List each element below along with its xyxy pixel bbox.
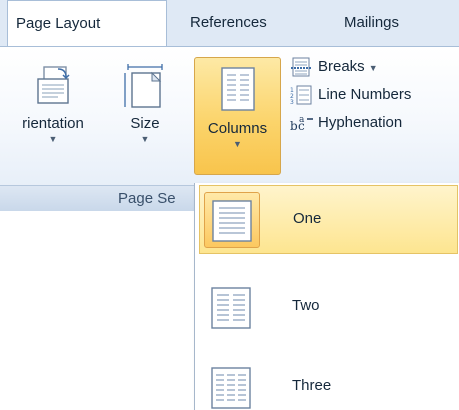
columns-icon — [220, 67, 255, 111]
orientation-icon — [37, 66, 70, 104]
page-size-icon — [124, 64, 163, 108]
svg-text:3: 3 — [290, 99, 294, 105]
ribbon-page-setup-group: rientation ▼ Size ▼ Columns ▼ Breaks ▼ 1… — [0, 46, 459, 211]
tab-references[interactable]: References — [190, 0, 267, 46]
three-columns-icon — [211, 367, 251, 409]
columns-option-one[interactable]: One — [199, 185, 458, 254]
breaks-icon — [291, 57, 311, 77]
tab-mailings[interactable]: Mailings — [344, 0, 399, 46]
one-column-icon — [212, 200, 252, 242]
page-setup-small-buttons: Breaks ▼ 1 2 3 Line Numbers b c a Hyphena… — [288, 53, 411, 137]
hyphenation-label: Hyphenation — [318, 114, 403, 131]
orientation-label: rientation — [22, 115, 84, 132]
svg-text:b: b — [290, 119, 298, 133]
size-button[interactable]: Size ▼ — [118, 63, 172, 144]
chevron-down-icon: ▼ — [233, 139, 242, 149]
columns-option-two[interactable]: Two — [199, 273, 458, 342]
chevron-down-icon: ▼ — [48, 134, 58, 144]
size-label: Size — [130, 115, 160, 132]
hyphenation-icon: b c a — [290, 115, 313, 133]
breaks-button[interactable]: Breaks ▼ — [288, 53, 411, 81]
columns-label: Columns — [207, 120, 268, 137]
line-numbers-label: Line Numbers — [318, 86, 412, 103]
page-setup-group-label: Page Se — [118, 190, 176, 207]
svg-text:a: a — [299, 115, 305, 125]
two-columns-icon — [211, 287, 251, 329]
columns-dropdown-menu: One Two Three — [194, 183, 459, 410]
orientation-button[interactable]: rientation ▼ — [0, 63, 112, 144]
group-label-bar: Page Se — [0, 185, 200, 211]
hyphenation-button[interactable]: b c a Hyphenation — [288, 109, 411, 137]
columns-option-label: Three — [292, 377, 332, 394]
chevron-down-icon: ▼ — [140, 134, 150, 144]
columns-option-label: One — [293, 210, 322, 227]
line-numbers-button[interactable]: 1 2 3 Line Numbers — [288, 81, 411, 109]
columns-button[interactable]: Columns ▼ — [194, 57, 281, 175]
breaks-label: Breaks — [318, 58, 365, 75]
columns-option-label: Two — [292, 297, 320, 314]
ribbon-tab-strip: Page Layout References Mailings — [0, 0, 459, 47]
tab-page-layout[interactable]: Page Layout — [7, 0, 167, 47]
columns-option-three[interactable]: Three — [199, 353, 458, 410]
line-numbers-icon: 1 2 3 — [290, 85, 312, 105]
chevron-down-icon: ▼ — [368, 63, 378, 73]
